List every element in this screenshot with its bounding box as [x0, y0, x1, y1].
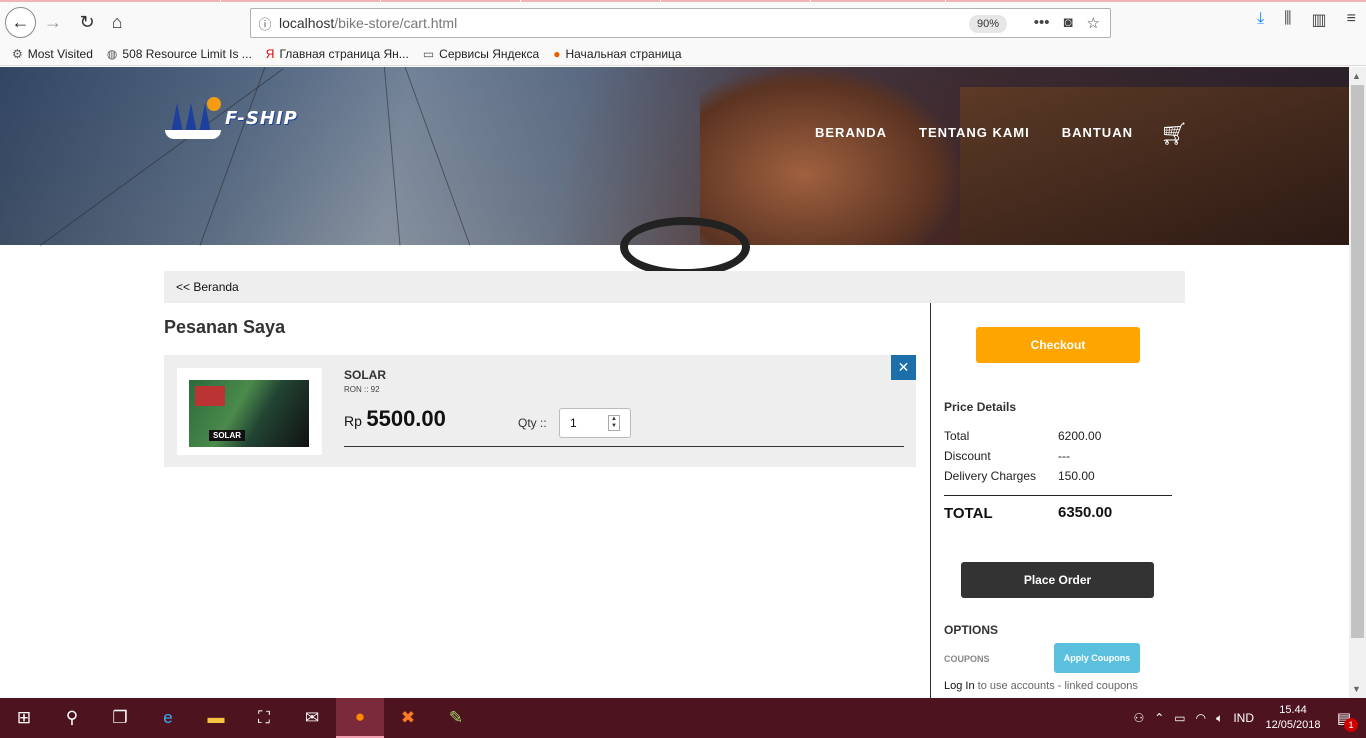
firefox-icon: ●: [553, 46, 561, 61]
home-icon[interactable]: ⌂: [102, 7, 132, 37]
battery-icon[interactable]: ▭: [1174, 711, 1185, 725]
product-subtitle: RON :: 92: [344, 385, 380, 394]
library-icon[interactable]: ⫼: [1284, 10, 1291, 30]
bookmark-star-icon[interactable]: ☆: [1087, 14, 1100, 32]
bookmark-start-page[interactable]: ● Начальная страница: [553, 47, 681, 61]
logo-text: F-SHIP: [225, 107, 298, 129]
xampp-icon[interactable]: ✖: [384, 698, 432, 738]
spinner-icon[interactable]: ▲ ▼: [608, 415, 620, 431]
main-menu: BERANDA TENTANG KAMI BANTUAN: [815, 125, 1133, 140]
bookmark-resource-limit[interactable]: ◍ 508 Resource Limit Is ...: [107, 47, 252, 61]
more-actions-icon[interactable]: •••: [1034, 14, 1050, 32]
people-icon[interactable]: ⚇: [1133, 711, 1144, 725]
checkout-button[interactable]: Checkout: [976, 327, 1140, 363]
task-view-icon[interactable]: ❐: [96, 698, 144, 738]
apply-coupons-button[interactable]: Apply Coupons: [1054, 643, 1140, 673]
windows-taskbar: ⊞ ⚲ ❐ e ▬ ⛶ ✉ ● ✖ ✎ ⚇ ⌃ ▭ ◠ 🔈︎ IND 15.44…: [0, 698, 1366, 738]
pocket-icon[interactable]: ◙: [1063, 14, 1072, 32]
wifi-icon[interactable]: ◠: [1196, 711, 1206, 725]
bookmark-yandex-home[interactable]: Я Главная страница Ян...: [266, 47, 409, 61]
menu-bantuan[interactable]: BANTUAN: [1062, 125, 1133, 140]
summary-row-discount: Discount ---: [944, 449, 1070, 463]
notification-badge: 1: [1344, 718, 1358, 732]
page-scrollbar[interactable]: ▲ ▼: [1349, 67, 1366, 698]
edge-icon[interactable]: e: [144, 698, 192, 738]
cart-item: SOLAR SOLAR RON :: 92 Rp 5500.00 Qty :: …: [164, 355, 916, 467]
options-heading: OPTIONS: [944, 623, 999, 637]
scrollbar-thumb[interactable]: [1351, 85, 1364, 638]
column-divider: [930, 303, 931, 698]
login-note: Log In to use accounts - linked coupons: [944, 680, 1138, 692]
folder-icon: ▭: [422, 46, 435, 61]
cart-icon[interactable]: 🛒︎: [1160, 121, 1188, 147]
sidebar-icon[interactable]: ▥: [1312, 10, 1327, 30]
qty-label: Qty ::: [518, 416, 547, 430]
download-icon[interactable]: ⤓: [1257, 10, 1264, 30]
clock[interactable]: 15.44 12/05/2018: [1264, 703, 1322, 733]
login-link[interactable]: Log In: [944, 680, 975, 692]
bookmark-yandex-services[interactable]: ▭ Сервисы Яндекса: [423, 47, 539, 61]
url-text: localhost/bike-store/cart.html: [279, 15, 458, 31]
back-icon[interactable]: ←: [5, 7, 36, 38]
globe-icon: ◍: [106, 46, 118, 61]
ship-logo-icon: [165, 97, 221, 139]
gear-icon: ⚙: [12, 46, 23, 61]
search-icon[interactable]: ⚲: [48, 698, 96, 738]
coupons-label: COUPONS: [944, 654, 990, 664]
breadcrumb[interactable]: << Beranda: [164, 271, 1185, 303]
grand-total: TOTAL 6350.00: [944, 504, 1113, 522]
menu-icon[interactable]: ≡: [1347, 10, 1356, 30]
browser-toolbar: ← → ↻ ⌂ ⓘ localhost/bike-store/cart.html…: [0, 2, 1366, 42]
tray-expand-icon[interactable]: ⌃: [1154, 711, 1164, 725]
language-indicator[interactable]: IND: [1233, 711, 1254, 725]
web-page: F-SHIP BERANDA TENTANG KAMI BANTUAN 🛒︎ <…: [0, 67, 1349, 698]
hero-banner: F-SHIP BERANDA TENTANG KAMI BANTUAN 🛒︎: [0, 67, 1349, 277]
forward-icon[interactable]: →: [38, 7, 68, 37]
bookmarks-toolbar: ⚙ Most Visited ◍ 508 Resource Limit Is ...…: [0, 42, 1366, 66]
product-name: SOLAR: [344, 368, 386, 382]
menu-beranda[interactable]: BERANDA: [815, 125, 887, 140]
reload-icon[interactable]: ↻: [72, 7, 102, 37]
firefox-taskbar-icon[interactable]: ●: [336, 698, 384, 738]
product-image: SOLAR: [177, 368, 322, 455]
file-explorer-icon[interactable]: ▬: [192, 698, 240, 738]
volume-icon[interactable]: 🔈︎: [1216, 711, 1223, 726]
summary-row-total: Total 6200.00: [944, 429, 1102, 443]
info-icon[interactable]: ⓘ: [251, 14, 279, 33]
page-title: Pesanan Saya: [164, 317, 286, 337]
product-price: Rp 5500.00: [344, 406, 446, 431]
notepad-icon[interactable]: ✎: [432, 698, 480, 738]
price-details-heading: Price Details: [944, 400, 1017, 414]
menu-tentang-kami[interactable]: TENTANG KAMI: [919, 125, 1030, 140]
place-order-button[interactable]: Place Order: [961, 562, 1154, 598]
bookmark-most-visited[interactable]: ⚙ Most Visited: [12, 47, 93, 61]
item-divider: [344, 446, 904, 447]
quantity-stepper[interactable]: 1 ▲ ▼: [559, 408, 631, 438]
site-logo[interactable]: F-SHIP: [165, 97, 298, 139]
summary-divider: [944, 495, 1172, 496]
zoom-indicator[interactable]: 90%: [969, 15, 1008, 33]
remove-item-button[interactable]: ✕: [891, 355, 916, 380]
notification-icon[interactable]: ▤ 1: [1332, 706, 1358, 732]
yandex-icon: Я: [265, 46, 275, 61]
mail-icon[interactable]: ✉: [288, 698, 336, 738]
address-bar[interactable]: ⓘ localhost/bike-store/cart.html 90% •••…: [250, 8, 1111, 38]
summary-row-delivery: Delivery Charges 150.00: [944, 469, 1095, 483]
windows-start-icon[interactable]: ⊞: [0, 698, 48, 738]
store-icon[interactable]: ⛶: [240, 698, 288, 738]
